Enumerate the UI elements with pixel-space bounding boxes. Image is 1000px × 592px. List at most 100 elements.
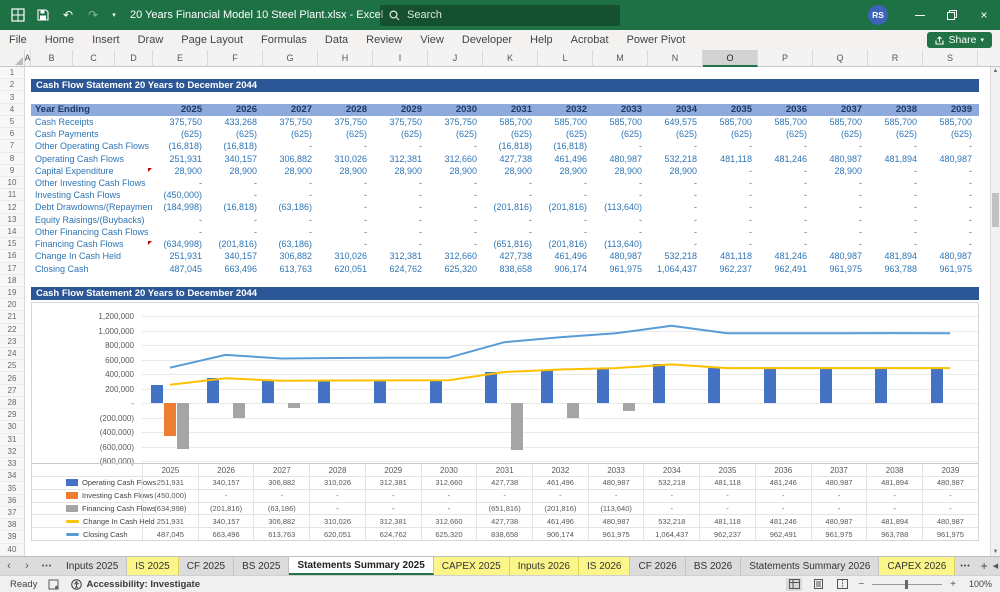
sheet-cell[interactable]: - xyxy=(813,177,868,189)
sheet-cell[interactable]: 613,763 xyxy=(263,263,318,275)
row-header-38[interactable]: 38 xyxy=(0,519,25,532)
row-header-39[interactable]: 39 xyxy=(0,531,25,544)
sheet-cell[interactable]: - xyxy=(758,177,813,189)
sheet-nav-more-button[interactable]: ••• xyxy=(36,557,58,575)
sheet-cell[interactable]: 480,987 xyxy=(813,153,868,165)
sheet-tab-capex-2026[interactable]: CAPEX 2026 xyxy=(879,557,956,575)
row-header-33[interactable]: 33 xyxy=(0,458,25,471)
sheet-cell[interactable]: - xyxy=(758,226,813,238)
sheet-cell[interactable]: (625) xyxy=(428,128,483,140)
sheet-cell[interactable]: - xyxy=(868,165,923,177)
sheet-cell[interactable]: (450,000) xyxy=(153,189,208,201)
zoom-slider-thumb[interactable] xyxy=(905,579,909,589)
row-header-18[interactable]: 18 xyxy=(0,274,25,287)
sheet-cell[interactable]: - xyxy=(483,177,538,189)
column-header-J[interactable]: J xyxy=(428,50,483,67)
sheet-cell[interactable]: (625) xyxy=(923,128,978,140)
sheet-cell[interactable]: - xyxy=(483,214,538,226)
sheet-cell[interactable]: (16,818) xyxy=(483,140,538,152)
row-label[interactable]: Capital Expenditure xyxy=(31,165,153,177)
sheet-cell[interactable]: - xyxy=(868,140,923,152)
row-header-22[interactable]: 22 xyxy=(0,323,25,336)
sheet-cell[interactable]: 962,491 xyxy=(758,263,813,275)
sheet-cell[interactable]: - xyxy=(758,214,813,226)
year-header-cell[interactable]: 2032 xyxy=(538,104,593,117)
sheet-cell[interactable]: (625) xyxy=(703,128,758,140)
row-header-13[interactable]: 13 xyxy=(0,213,25,226)
menu-item-home[interactable]: Home xyxy=(36,30,83,50)
share-button[interactable]: Share ▾ xyxy=(927,32,992,48)
minimize-button[interactable] xyxy=(904,0,936,30)
sheet-cell[interactable]: - xyxy=(373,214,428,226)
sheet-cell[interactable]: 532,218 xyxy=(648,250,703,262)
search-box[interactable] xyxy=(380,4,620,26)
normal-view-button[interactable] xyxy=(786,577,803,591)
sheet-cell[interactable]: - xyxy=(648,238,703,250)
sheet-cell[interactable]: - xyxy=(428,238,483,250)
row-label[interactable]: Other Financing Cash Flows xyxy=(31,226,153,238)
column-header-Q[interactable]: Q xyxy=(813,50,868,67)
row-label[interactable]: Other Operating Cash Flows xyxy=(31,140,153,152)
sheet-cell[interactable]: 961,975 xyxy=(593,263,648,275)
sheet-cell[interactable]: 585,700 xyxy=(538,116,593,128)
sheet-cell[interactable]: - xyxy=(318,214,373,226)
row-header-23[interactable]: 23 xyxy=(0,335,25,349)
sheet-cell[interactable]: (16,818) xyxy=(208,140,263,152)
menu-item-file[interactable]: File xyxy=(0,30,36,50)
menu-item-insert[interactable]: Insert xyxy=(83,30,129,50)
year-header-cell[interactable]: 2033 xyxy=(593,104,648,117)
sheet-cell[interactable]: - xyxy=(923,238,978,250)
sheet-cell[interactable]: 28,900 xyxy=(428,165,483,177)
row-header-8[interactable]: 8 xyxy=(0,152,25,165)
sheet-cell[interactable]: (625) xyxy=(758,128,813,140)
sheet-cell[interactable]: 310,026 xyxy=(318,250,373,262)
sheet-cell[interactable]: (625) xyxy=(538,128,593,140)
year-header-cell[interactable]: 2028 xyxy=(318,104,373,117)
sheet-cell[interactable]: 663,496 xyxy=(208,263,263,275)
sheet-cell[interactable]: 585,700 xyxy=(703,116,758,128)
sheet-cell[interactable]: 28,900 xyxy=(153,165,208,177)
sheet-canvas[interactable]: Cash Flow Statement 20 Years to December… xyxy=(25,67,990,556)
sheet-cell[interactable]: - xyxy=(263,177,318,189)
sheet-cell[interactable]: - xyxy=(758,201,813,213)
page-layout-view-button[interactable] xyxy=(810,578,826,591)
sheet-cell[interactable]: 906,174 xyxy=(538,263,593,275)
sheet-cell[interactable]: (63,186) xyxy=(263,201,318,213)
row-header-7[interactable]: 7 xyxy=(0,140,25,153)
sheet-cell[interactable]: - xyxy=(208,226,263,238)
sheet-cell[interactable]: 481,246 xyxy=(758,153,813,165)
column-header-O[interactable]: O xyxy=(703,50,758,67)
sheet-cell[interactable]: (625) xyxy=(318,128,373,140)
sheet-cell[interactable]: - xyxy=(648,201,703,213)
sheet-cell[interactable]: (16,818) xyxy=(153,140,208,152)
sheet-cell[interactable]: - xyxy=(868,201,923,213)
sheet-tab-capex-2025[interactable]: CAPEX 2025 xyxy=(433,557,510,575)
sheet-cell[interactable]: 312,381 xyxy=(373,250,428,262)
select-all-corner[interactable] xyxy=(0,50,25,67)
sheet-cell[interactable]: - xyxy=(373,201,428,213)
sheet-cell[interactable]: - xyxy=(373,189,428,201)
sheet-tab-statements-summary-2026[interactable]: Statements Summary 2026 xyxy=(741,557,880,575)
row-header-17[interactable]: 17 xyxy=(0,262,25,275)
sheet-cell[interactable]: 838,658 xyxy=(483,263,538,275)
sheet-cell[interactable]: - xyxy=(483,226,538,238)
sheet-tab-is-2025[interactable]: IS 2025 xyxy=(127,557,179,575)
row-header-27[interactable]: 27 xyxy=(0,384,25,397)
row-header-26[interactable]: 26 xyxy=(0,372,25,385)
column-header-D[interactable]: D xyxy=(115,50,153,67)
row-header-3[interactable]: 3 xyxy=(0,91,25,104)
embedded-chart[interactable]: 1,200,000 1,000,000 800,000 600,000 400,000 2… xyxy=(31,302,979,541)
sheet-cell[interactable]: - xyxy=(593,214,648,226)
sheet-cell[interactable]: - xyxy=(428,214,483,226)
row-header-31[interactable]: 31 xyxy=(0,433,25,446)
sheet-cell[interactable]: - xyxy=(813,189,868,201)
menu-item-data[interactable]: Data xyxy=(316,30,357,50)
sheet-cell[interactable]: - xyxy=(813,201,868,213)
sheet-cell[interactable]: 312,660 xyxy=(428,153,483,165)
sheet-cell[interactable]: - xyxy=(703,238,758,250)
sheet-cell[interactable]: - xyxy=(593,226,648,238)
close-button[interactable]: × xyxy=(968,0,1000,30)
row-header-24[interactable]: 24 xyxy=(0,348,25,361)
row-header-2[interactable]: 2 xyxy=(0,79,25,92)
menu-item-draw[interactable]: Draw xyxy=(129,30,173,50)
